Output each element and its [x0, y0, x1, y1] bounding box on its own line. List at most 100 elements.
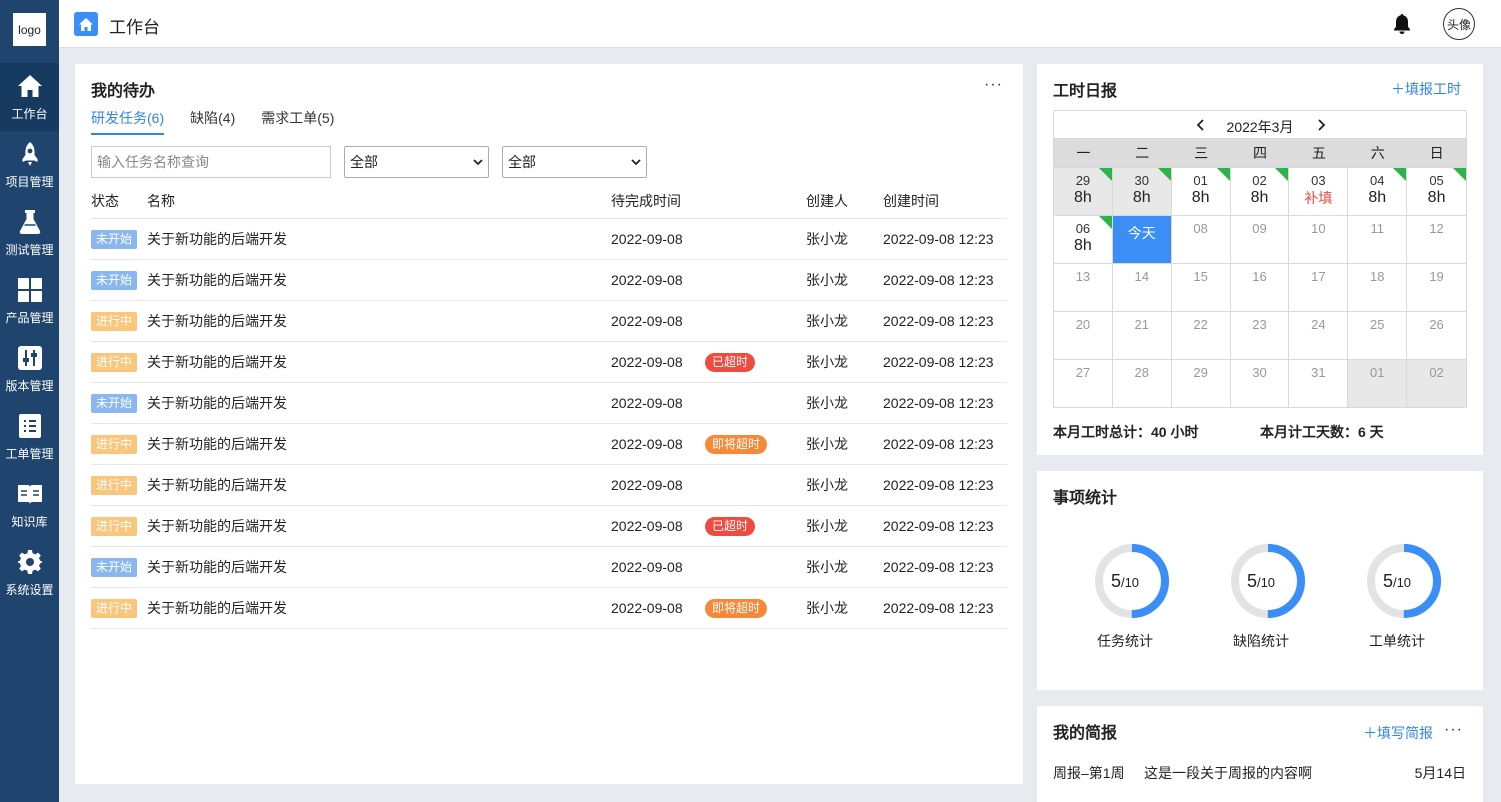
calendar-day[interactable]: 28: [1112, 359, 1172, 407]
more-button[interactable]: ···: [984, 76, 1003, 94]
write-brief-link[interactable]: ＋填写简报: [1363, 723, 1433, 743]
calendar-day[interactable]: 30: [1230, 359, 1290, 407]
avatar[interactable]: 头像: [1443, 8, 1475, 40]
task-name[interactable]: 关于新功能的后端开发: [147, 465, 287, 505]
task-name[interactable]: 关于新功能的后端开发: [147, 301, 287, 341]
calendar-day[interactable]: 21: [1112, 311, 1172, 359]
calendar-day[interactable]: 06 8h: [1054, 215, 1113, 263]
grid-icon: [17, 277, 43, 303]
calendar-day[interactable]: 25: [1348, 311, 1408, 359]
sidebar-item-versions[interactable]: 版本管理: [0, 335, 59, 403]
calendar-day[interactable]: 27: [1054, 359, 1113, 407]
calendar-day[interactable]: 29: [1171, 359, 1231, 407]
table-row[interactable]: 未开始 关于新功能的后端开发 2022-09-08 张小龙 2022-09-08 12:…: [91, 260, 1007, 301]
stat-donut[interactable]: 5/10: [1087, 543, 1177, 622]
sidebar-item-settings[interactable]: 系统设置: [0, 539, 59, 607]
task-search-input[interactable]: [91, 146, 331, 178]
table-row[interactable]: 进行中 关于新功能的后端开发 2022-09-08 张小龙 2022-09-08 12:…: [91, 301, 1007, 342]
backfill-label[interactable]: 补填: [1289, 188, 1347, 208]
sidebar-item-knowledge[interactable]: 知识库: [0, 471, 59, 539]
day-number: 22: [1193, 317, 1208, 332]
task-creator: 张小龙: [806, 600, 848, 616]
table-row[interactable]: 进行中 关于新功能的后端开发 2022-09-08 即将超时 张小龙 2022-09-08…: [91, 424, 1007, 465]
bell-icon[interactable]: [1391, 13, 1413, 35]
calendar-day[interactable]: 17: [1289, 263, 1349, 311]
stat-donut[interactable]: 5/10: [1223, 543, 1313, 622]
calendar-day[interactable]: 12: [1407, 215, 1466, 263]
brief-item-name[interactable]: 周报–第1周: [1053, 763, 1125, 783]
brief-item-content[interactable]: 这是一段关于周报的内容啊: [1144, 763, 1312, 783]
calendar-day[interactable]: 19: [1407, 263, 1466, 311]
table-row[interactable]: 进行中 关于新功能的后端开发 2022-09-08 已超时 张小龙 2022-09-08 …: [91, 506, 1007, 547]
stats-card: 事项统计 5/10 任务统计 5/10 缺陷统计 5/10 工单统计: [1037, 471, 1483, 690]
calendar-day-today[interactable]: 今天: [1112, 215, 1172, 263]
calendar-day[interactable]: 20: [1054, 311, 1113, 359]
brief-more-button[interactable]: ···: [1444, 721, 1463, 739]
calendar-day[interactable]: 16: [1230, 263, 1290, 311]
calendar-day[interactable]: 10: [1289, 215, 1349, 263]
tab-defects[interactable]: 缺陷(4): [190, 108, 235, 135]
sidebar-item-products[interactable]: 产品管理: [0, 267, 59, 335]
fill-hours-link[interactable]: ＋填报工时: [1391, 79, 1461, 99]
table-row[interactable]: 进行中 关于新功能的后端开发 2022-09-08 已超时 张小龙 2022-09-08 …: [91, 342, 1007, 383]
tab-requests[interactable]: 需求工单(5): [261, 108, 334, 135]
calendar-day[interactable]: 14: [1112, 263, 1172, 311]
calendar-day[interactable]: 29 8h: [1054, 167, 1113, 215]
calendar-day[interactable]: 03 补填: [1289, 167, 1349, 215]
calendar-day[interactable]: 24: [1289, 311, 1349, 359]
stat-donut[interactable]: 5/10: [1359, 543, 1449, 622]
calendar-day[interactable]: 08: [1171, 215, 1231, 263]
calendar-day[interactable]: 30 8h: [1112, 167, 1172, 215]
type-filter-select[interactable]: 全部: [502, 146, 647, 178]
calendar-day[interactable]: 02: [1407, 359, 1466, 407]
plus-icon: ＋: [1363, 725, 1377, 741]
tab-dev-tasks[interactable]: 研发任务(6): [91, 108, 165, 135]
day-hours: 8h: [1427, 189, 1446, 206]
calendar-day[interactable]: 31: [1289, 359, 1349, 407]
day-hours: 8h: [1250, 189, 1269, 206]
task-name[interactable]: 关于新功能的后端开发: [147, 383, 287, 423]
task-name[interactable]: 关于新功能的后端开发: [147, 588, 287, 628]
task-name[interactable]: 关于新功能的后端开发: [147, 547, 287, 587]
task-created: 2022-09-08 12:23: [883, 600, 994, 616]
calendar-day[interactable]: 18: [1348, 263, 1408, 311]
table-row[interactable]: 未开始 关于新功能的后端开发 2022-09-08 张小龙 2022-09-08 12:…: [91, 383, 1007, 424]
page-title: 工作台: [109, 18, 160, 37]
calendar-day[interactable]: 04 8h: [1348, 167, 1408, 215]
day-number: 21: [1134, 317, 1149, 332]
calendar-day[interactable]: 05 8h: [1407, 167, 1466, 215]
calendar-day[interactable]: 11: [1348, 215, 1408, 263]
table-row[interactable]: 进行中 关于新功能的后端开发 2022-09-08 张小龙 2022-09-08 12:…: [91, 465, 1007, 506]
task-name[interactable]: 关于新功能的后端开发: [147, 506, 287, 546]
weekday-label: 四: [1253, 145, 1267, 161]
calendar-day[interactable]: 01: [1348, 359, 1408, 407]
task-creator: 张小龙: [806, 395, 848, 411]
table-row[interactable]: 未开始 关于新功能的后端开发 2022-09-08 张小龙 2022-09-08 12:…: [91, 219, 1007, 260]
task-name[interactable]: 关于新功能的后端开发: [147, 260, 287, 300]
overdue-tag: 已超时: [705, 517, 756, 536]
calendar-day[interactable]: 01 8h: [1171, 167, 1231, 215]
calendar-day[interactable]: 13: [1054, 263, 1113, 311]
status-filter-select[interactable]: 全部: [344, 146, 489, 178]
calendar-day[interactable]: 02 8h: [1230, 167, 1290, 215]
calendar-day[interactable]: 23: [1230, 311, 1290, 359]
calendar-day[interactable]: 15: [1171, 263, 1231, 311]
task-name[interactable]: 关于新功能的后端开发: [147, 219, 287, 259]
sidebar-item-workbench[interactable]: 工作台: [0, 63, 59, 131]
sidebar-item-label: 工单管理: [5, 447, 54, 461]
chevron-right-icon[interactable]: [1314, 118, 1328, 132]
calendar-day[interactable]: 22: [1171, 311, 1231, 359]
timesheet-title: 工时日报: [1053, 83, 1118, 100]
calendar-day[interactable]: 09: [1230, 215, 1290, 263]
sidebar-item-testing[interactable]: 测试管理: [0, 199, 59, 267]
calendar-day[interactable]: 26: [1407, 311, 1466, 359]
todo-card: 我的待办 ··· 研发任务(6) 缺陷(4) 需求工单(5) 全部 全部 状态 …: [75, 64, 1023, 784]
sidebar-item-projects[interactable]: 项目管理: [0, 131, 59, 199]
done-check-icon: [1275, 168, 1289, 181]
table-row[interactable]: 进行中 关于新功能的后端开发 2022-09-08 即将超时 张小龙 2022-09-08…: [91, 588, 1007, 629]
task-name[interactable]: 关于新功能的后端开发: [147, 342, 287, 382]
task-name[interactable]: 关于新功能的后端开发: [147, 424, 287, 464]
table-row[interactable]: 未开始 关于新功能的后端开发 2022-09-08 张小龙 2022-09-08 12:…: [91, 547, 1007, 588]
sidebar-item-tickets[interactable]: 工单管理: [0, 403, 59, 471]
calendar-month: 2022年3月: [1226, 119, 1294, 135]
